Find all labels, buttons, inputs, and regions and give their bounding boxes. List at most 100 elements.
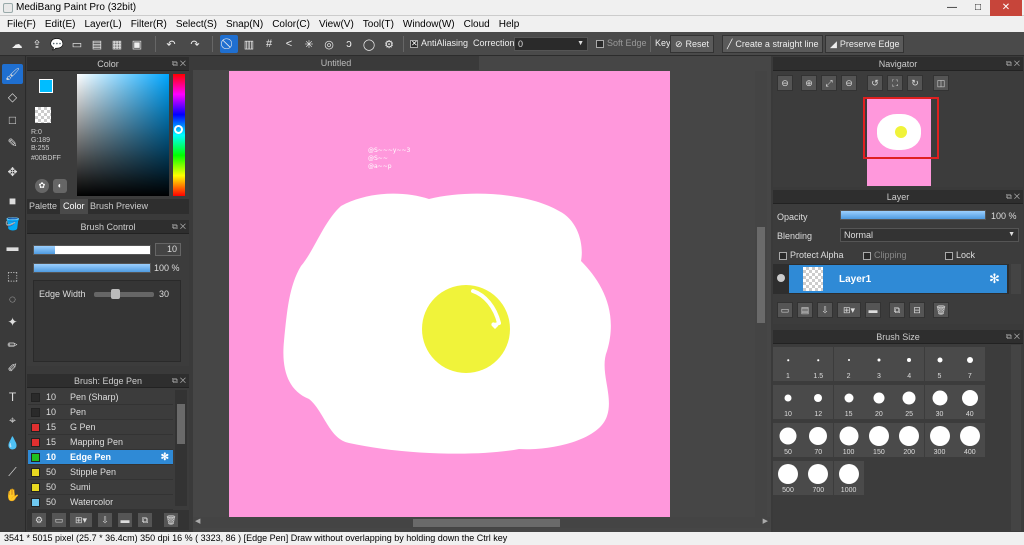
- pen-select-tool-icon[interactable]: ✎: [2, 133, 23, 153]
- brush-size-cell[interactable]: 7: [954, 347, 985, 381]
- menu-item[interactable]: Help: [496, 19, 526, 30]
- popout-icon[interactable]: ⧉ ✕: [172, 57, 186, 71]
- eye-icon[interactable]: [777, 274, 785, 282]
- brush-size-cell[interactable]: 5: [924, 347, 955, 381]
- brush-size-cell[interactable]: 300: [924, 423, 955, 457]
- clipping-toggle[interactable]: Clipping: [863, 250, 907, 260]
- menu-item[interactable]: Select(S): [173, 19, 223, 30]
- folder-icon[interactable]: ▬: [117, 512, 133, 528]
- menu-item[interactable]: Cloud: [461, 19, 496, 30]
- straight-line-button[interactable]: ╱ Create a straight line: [722, 35, 824, 53]
- antialiasing-toggle[interactable]: AntiAliasing: [410, 38, 468, 48]
- brush-size-value[interactable]: 10: [155, 243, 181, 256]
- layer-opacity-slider[interactable]: [840, 210, 986, 220]
- gradient-tool-icon[interactable]: ▬: [2, 237, 23, 257]
- brush-size-cell[interactable]: 1.5: [803, 347, 834, 381]
- download-brush-icon[interactable]: ⇩: [97, 512, 113, 528]
- antialiasing-checkbox[interactable]: [410, 39, 418, 48]
- menu-item[interactable]: Edit(E): [42, 19, 82, 30]
- brush-size-cell[interactable]: 30: [924, 385, 955, 419]
- flip-icon[interactable]: ◫: [933, 75, 949, 91]
- popout-icon[interactable]: ⧉ ✕: [1006, 57, 1020, 71]
- brush-size-cell[interactable]: 50: [773, 423, 803, 457]
- brush-size-cell[interactable]: 40: [954, 385, 985, 419]
- brush-size-cell[interactable]: 12: [803, 385, 834, 419]
- undo-icon[interactable]: ↶: [162, 35, 180, 53]
- menu-item[interactable]: File(F): [4, 19, 42, 30]
- new-8bit-layer-icon[interactable]: ⇩: [817, 302, 833, 318]
- canvas-vertical-scrollbar[interactable]: [755, 71, 767, 517]
- select-rect-icon[interactable]: ⬚: [2, 266, 23, 286]
- add-layer-menu-icon[interactable]: ⊞▾: [837, 302, 861, 318]
- brush-size-cell[interactable]: 3: [863, 347, 894, 381]
- transparent-color-swatch[interactable]: [35, 107, 51, 123]
- popout-icon[interactable]: ⧉ ✕: [172, 220, 186, 234]
- fill-rect-tool-icon[interactable]: ■: [2, 191, 23, 211]
- preserve-edge-button[interactable]: ◢ Preserve Edge: [825, 35, 905, 53]
- new-brush-icon[interactable]: ▭: [51, 512, 67, 528]
- print-icon[interactable]: ▣: [128, 35, 146, 53]
- brush-size-cell[interactable]: 100: [833, 423, 864, 457]
- brush-size-cell[interactable]: 2: [833, 347, 864, 381]
- share-icon[interactable]: ⇪: [28, 35, 46, 53]
- menu-item[interactable]: Snap(N): [223, 19, 269, 30]
- brush-opacity-slider[interactable]: [33, 263, 151, 273]
- merge-layer-icon[interactable]: ⊟: [909, 302, 925, 318]
- maximize-button[interactable]: □: [966, 0, 990, 16]
- brush-item[interactable]: 50 Stipple Pen: [28, 465, 173, 480]
- menu-item[interactable]: Color(C): [269, 19, 316, 30]
- vanishing-snap-icon[interactable]: <: [280, 35, 298, 53]
- canvas-vscroll-thumb[interactable]: [757, 227, 765, 323]
- menu-item[interactable]: Filter(R): [128, 19, 173, 30]
- rotate-right-icon[interactable]: ↻: [907, 75, 923, 91]
- layer-list-scrollbar[interactable]: [1011, 264, 1021, 294]
- brush-size-cell[interactable]: 1: [773, 347, 803, 381]
- hue-slider[interactable]: [173, 74, 185, 196]
- menu-item[interactable]: Layer(L): [81, 19, 127, 30]
- brush-size-cell[interactable]: 15: [833, 385, 864, 419]
- comment-icon[interactable]: 💬: [48, 35, 66, 53]
- brush-size-cell[interactable]: 1000: [833, 461, 864, 495]
- dot-tool-icon[interactable]: □: [2, 110, 23, 130]
- brush-list-scroll-thumb[interactable]: [177, 404, 185, 444]
- new-halftone-layer-icon[interactable]: ▤: [797, 302, 813, 318]
- brush-size-cell[interactable]: 200: [894, 423, 925, 457]
- brush-item[interactable]: 10 Edge Pen ✻: [28, 450, 173, 465]
- zoom-in-icon[interactable]: ⊕: [801, 75, 817, 91]
- brush-size-cell[interactable]: 700: [803, 461, 834, 495]
- concentric-snap-icon[interactable]: ◎: [320, 35, 338, 53]
- radial-snap-icon[interactable]: ✳: [300, 35, 318, 53]
- reset-view-icon[interactable]: ⛶: [887, 75, 903, 91]
- curve-snap-icon[interactable]: ↄ: [340, 35, 358, 53]
- brush-size-cell[interactable]: 400: [954, 423, 985, 457]
- lock-toggle[interactable]: Lock: [945, 250, 975, 260]
- brush-item[interactable]: 50 Watercolor: [28, 495, 173, 510]
- layer-row[interactable]: Layer1 ✻: [789, 265, 1007, 293]
- brush-item[interactable]: 50 Sumi: [28, 480, 173, 495]
- navigator-viewport-frame[interactable]: [863, 97, 939, 159]
- brush-tool-icon[interactable]: 🖌: [2, 64, 23, 84]
- protect-alpha-toggle[interactable]: Protect Alpha: [779, 250, 844, 260]
- eraser-tool-icon[interactable]: ◇: [2, 87, 23, 107]
- new-layer-icon[interactable]: ▭: [777, 302, 793, 318]
- brush-settings-icon[interactable]: ⚙: [31, 512, 47, 528]
- redo-icon[interactable]: ↷: [186, 35, 204, 53]
- move-tool-icon[interactable]: ✥: [2, 162, 23, 182]
- canvas-horizontal-scrollbar[interactable]: ◀ ▶: [193, 517, 770, 528]
- lasso-icon[interactable]: ◌: [2, 289, 23, 309]
- gear-icon[interactable]: ✻: [161, 452, 169, 463]
- new-file-icon[interactable]: ▭: [68, 35, 86, 53]
- menu-item[interactable]: Window(W): [400, 19, 461, 30]
- grid-snap-icon[interactable]: #: [260, 35, 278, 53]
- brush-item[interactable]: 10 Pen (Sharp): [28, 390, 173, 405]
- canvas[interactable]: @S~~~y~~3 @S~~ @a~~p: [229, 71, 670, 517]
- popout-icon[interactable]: ⧉ ✕: [1006, 330, 1020, 344]
- trash-icon[interactable]: 🗑: [163, 512, 179, 528]
- color-settings-icon[interactable]: ◐: [53, 179, 67, 193]
- snap-off-icon[interactable]: ⃠: [220, 35, 238, 53]
- protect-alpha-checkbox[interactable]: [779, 251, 787, 260]
- circle-snap-icon[interactable]: ◯: [360, 35, 378, 53]
- palette-icon[interactable]: ✿: [35, 179, 49, 193]
- brush-item[interactable]: 15 Mapping Pen: [28, 435, 173, 450]
- correction-select[interactable]: 0 ▼: [514, 37, 588, 51]
